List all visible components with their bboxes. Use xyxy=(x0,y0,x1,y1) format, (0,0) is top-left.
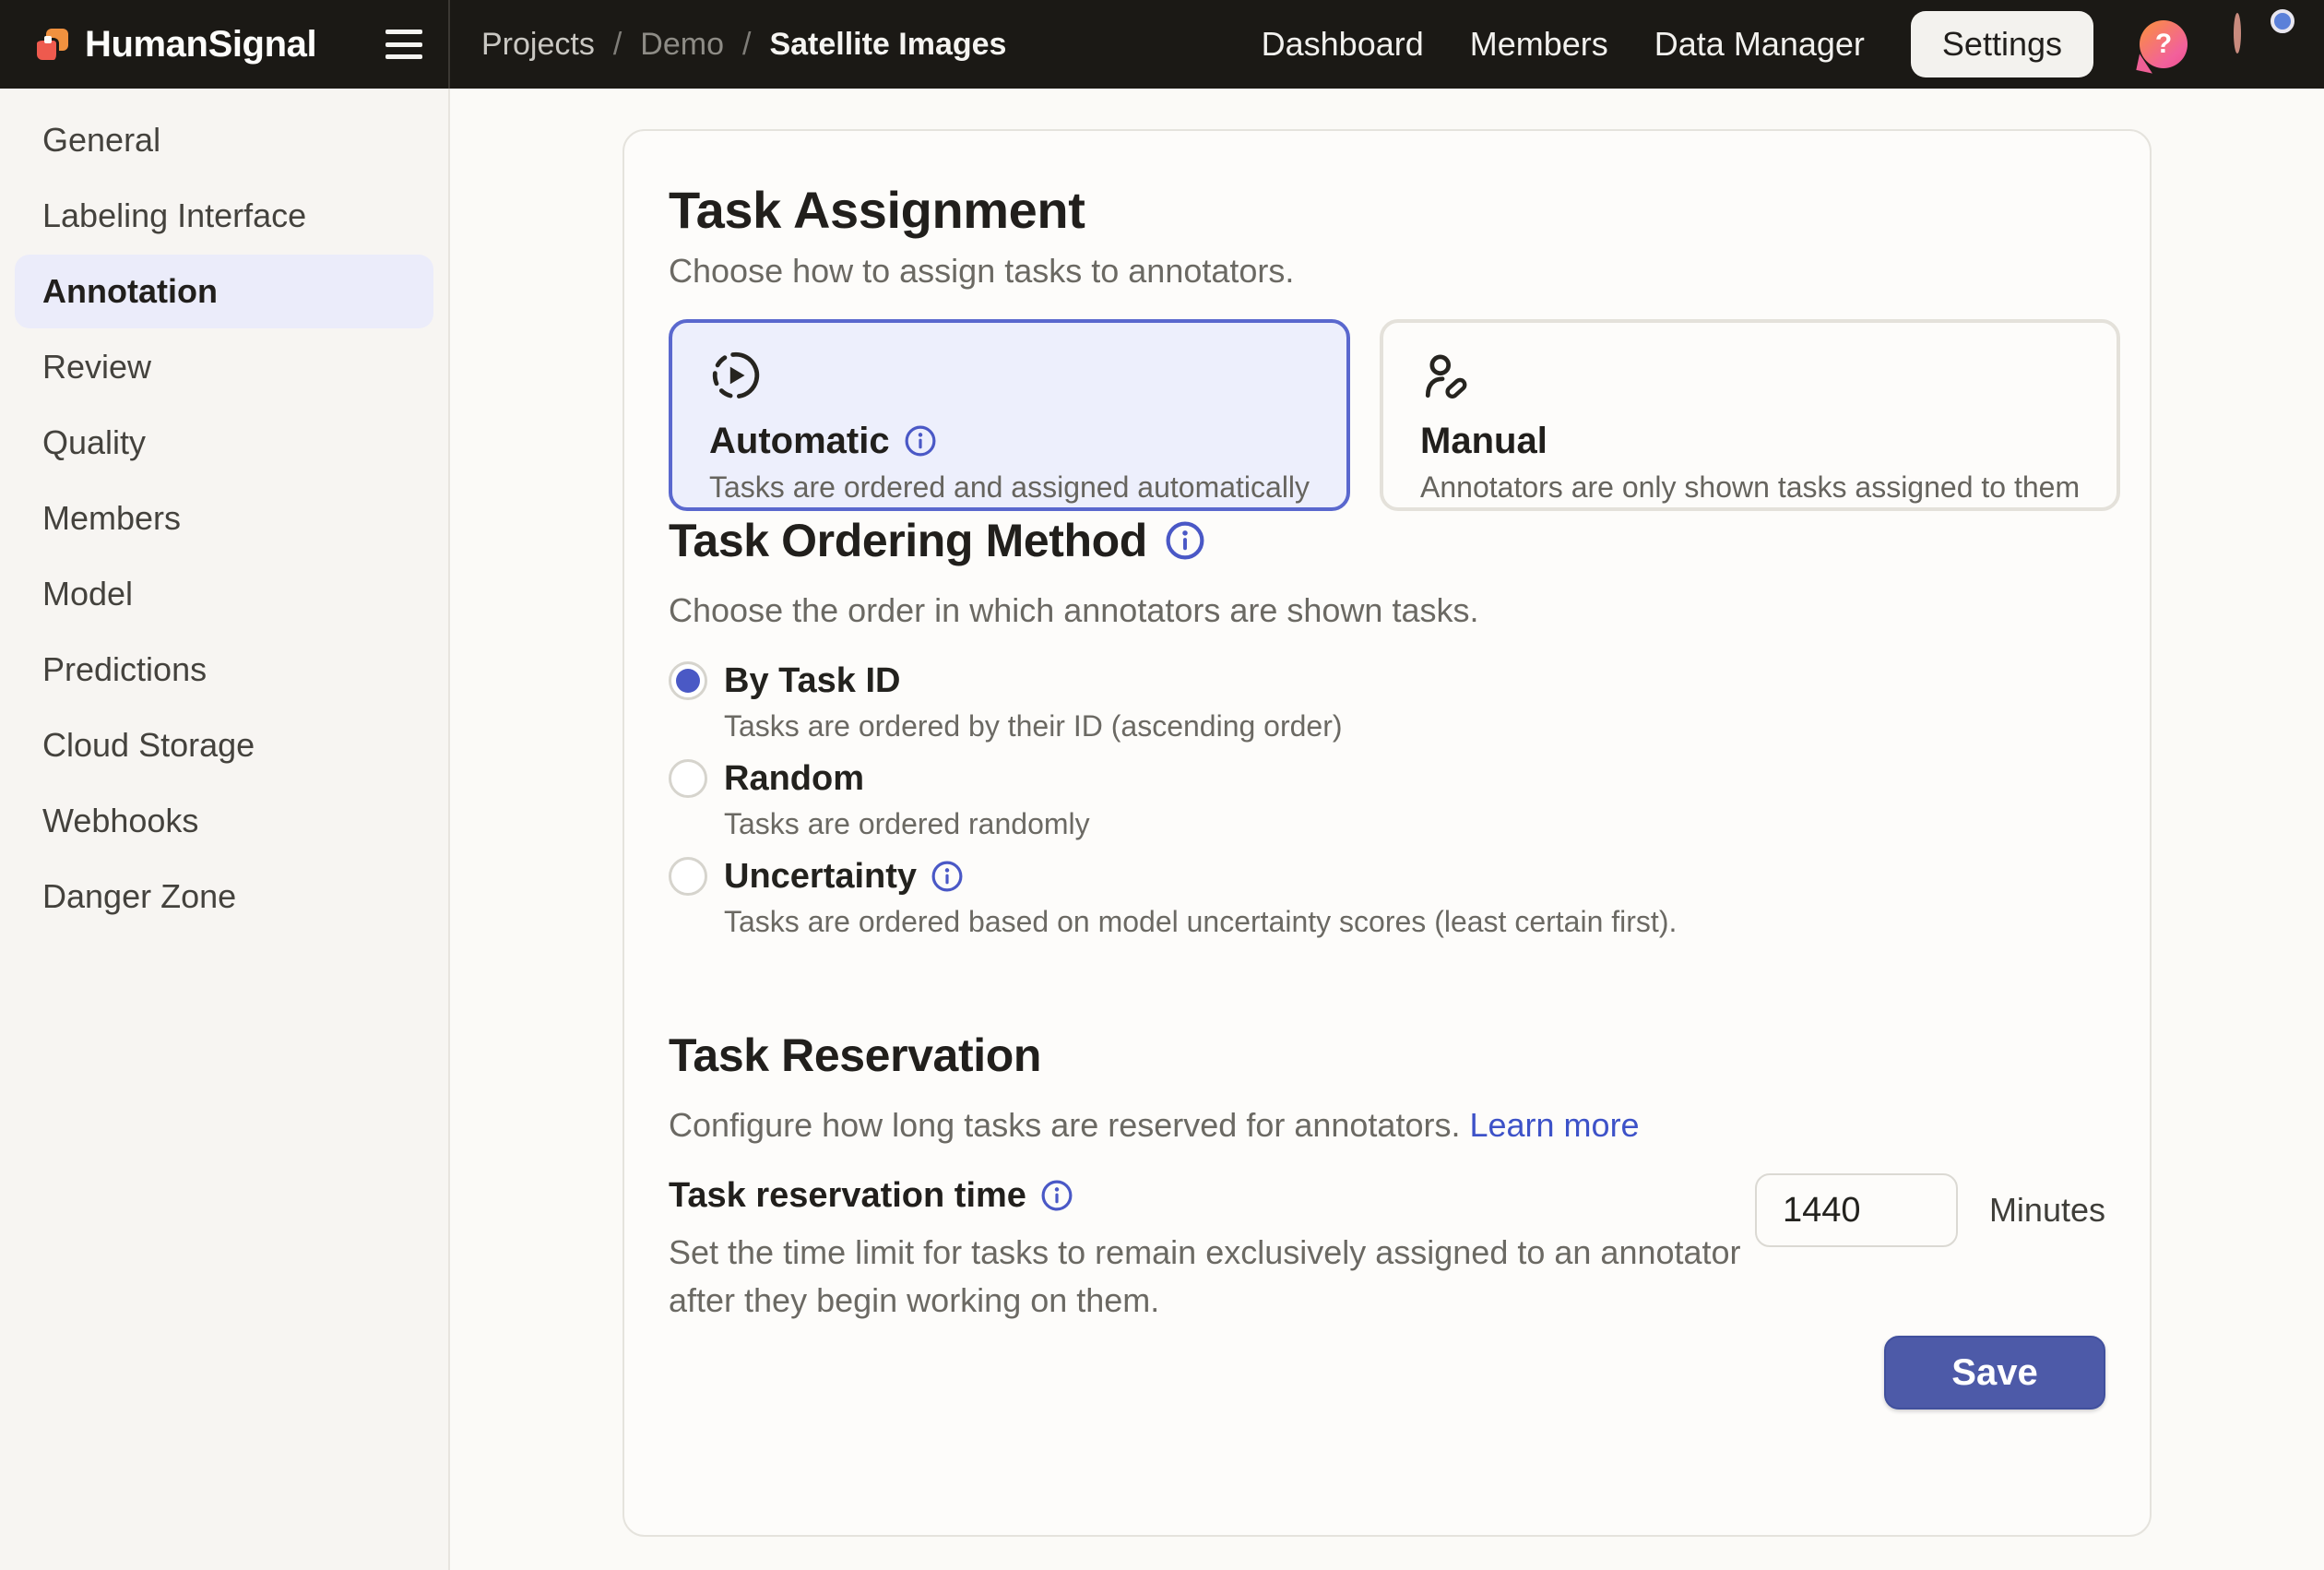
nav-settings-active[interactable]: Settings xyxy=(1911,11,2093,77)
sidebar-item-members[interactable]: Members xyxy=(15,482,433,555)
task-reservation-title: Task Reservation xyxy=(669,1026,2105,1085)
notification-dot-icon xyxy=(2271,9,2294,33)
user-avatar-wrap xyxy=(2234,17,2289,72)
nav-data-manager[interactable]: Data Manager xyxy=(1654,25,1865,64)
ordering-option-by-task-id: By Task ID Tasks are ordered by their ID… xyxy=(669,659,2105,745)
learn-more-link[interactable]: Learn more xyxy=(1469,1106,1639,1144)
sidebar-item-cloud-storage[interactable]: Cloud Storage xyxy=(15,708,433,782)
reservation-time-input[interactable] xyxy=(1755,1173,1958,1247)
reservation-time-text: Task reservation time Set the time limit… xyxy=(669,1173,1755,1325)
task-reservation-description: Configure how long tasks are reserved fo… xyxy=(669,1103,2105,1148)
reservation-time-help: Set the time limit for tasks to remain e… xyxy=(669,1229,1755,1325)
nav-members[interactable]: Members xyxy=(1470,25,1608,64)
top-bar: HumanSignal Projects / Demo / Satellite … xyxy=(0,0,2324,89)
save-button[interactable]: Save xyxy=(1884,1336,2105,1409)
uncertainty-label[interactable]: Uncertainty xyxy=(724,854,963,898)
task-assignment-description: Choose how to assign tasks to annotators… xyxy=(669,249,2105,293)
sidebar-item-model[interactable]: Model xyxy=(15,557,433,631)
user-avatar[interactable] xyxy=(2234,13,2241,54)
reservation-time-label: Task reservation time xyxy=(669,1173,1755,1218)
assignment-option-automatic[interactable]: Automatic Tasks are ordered and assigned… xyxy=(669,319,1350,511)
breadcrumb-workspace[interactable]: Demo xyxy=(640,27,724,63)
radio-by-task-id[interactable] xyxy=(669,661,707,700)
hamburger-menu-icon[interactable] xyxy=(385,30,422,59)
brand-name[interactable]: HumanSignal xyxy=(85,24,316,65)
by-task-id-description: Tasks are ordered by their ID (ascending… xyxy=(724,707,2105,745)
settings-sidebar: General Labeling Interface Annotation Re… xyxy=(0,89,450,1570)
info-circle-icon[interactable] xyxy=(931,861,963,892)
info-circle-icon[interactable] xyxy=(1166,521,1204,560)
task-ordering-title: Task Ordering Method xyxy=(669,511,2105,570)
sidebar-item-quality[interactable]: Quality xyxy=(15,406,433,480)
breadcrumb-separator: / xyxy=(613,27,622,63)
breadcrumb: Projects / Demo / Satellite Images xyxy=(450,27,1006,63)
sidebar-item-annotation[interactable]: Annotation xyxy=(15,255,433,328)
user-edit-icon xyxy=(1420,349,2080,404)
ordering-option-random: Random Tasks are ordered randomly xyxy=(669,756,2105,843)
sidebar-item-general[interactable]: General xyxy=(15,103,433,177)
manual-option-description: Annotators are only shown tasks assigned… xyxy=(1420,470,2080,505)
ordering-option-uncertainty: Uncertainty Tasks are ordered based on m… xyxy=(669,854,2105,941)
sidebar-item-review[interactable]: Review xyxy=(15,330,433,404)
automatic-option-title: Automatic xyxy=(709,419,1310,463)
logo-notch xyxy=(44,36,52,43)
manual-option-title: Manual xyxy=(1420,419,2080,463)
random-description: Tasks are ordered randomly xyxy=(724,804,2105,843)
uncertainty-description: Tasks are ordered based on model uncerta… xyxy=(724,902,2105,941)
automatic-option-description: Tasks are ordered and assigned automatic… xyxy=(709,470,1310,505)
assignment-option-manual[interactable]: Manual Annotators are only shown tasks a… xyxy=(1380,319,2120,511)
top-navigation: Dashboard Members Data Manager Settings … xyxy=(1262,11,2324,77)
app-root: HumanSignal Projects / Demo / Satellite … xyxy=(0,0,2324,1570)
sidebar-item-danger-zone[interactable]: Danger Zone xyxy=(15,860,433,934)
save-row: Save xyxy=(669,1336,2105,1409)
page-layout: General Labeling Interface Annotation Re… xyxy=(0,89,2324,1570)
sidebar-item-predictions[interactable]: Predictions xyxy=(15,633,433,707)
ordering-radio-group: By Task ID Tasks are ordered by their ID… xyxy=(669,659,2105,941)
reservation-time-input-group: Minutes xyxy=(1755,1173,2105,1247)
main-content: Task Assignment Choose how to assign tas… xyxy=(450,89,2324,1570)
assignment-options: Automatic Tasks are ordered and assigned… xyxy=(669,319,2105,511)
breadcrumb-projects[interactable]: Projects xyxy=(481,27,595,63)
humansignal-logo-icon[interactable] xyxy=(37,29,68,60)
radio-random[interactable] xyxy=(669,759,707,798)
brand-area: HumanSignal xyxy=(0,0,450,89)
info-circle-icon[interactable] xyxy=(905,425,936,457)
sidebar-item-webhooks[interactable]: Webhooks xyxy=(15,784,433,858)
breadcrumb-current-project: Satellite Images xyxy=(769,27,1006,63)
nav-dashboard[interactable]: Dashboard xyxy=(1262,25,1424,64)
by-task-id-label[interactable]: By Task ID xyxy=(724,659,900,703)
help-bubble-icon[interactable]: ? xyxy=(2140,20,2188,68)
random-label[interactable]: Random xyxy=(724,756,864,801)
task-assignment-title: Task Assignment xyxy=(669,179,2105,242)
autoplay-circle-icon xyxy=(709,349,1310,404)
task-ordering-description: Choose the order in which annotators are… xyxy=(669,589,2105,633)
reservation-time-row: Task reservation time Set the time limit… xyxy=(669,1173,2105,1325)
breadcrumb-separator: / xyxy=(742,27,751,63)
radio-uncertainty[interactable] xyxy=(669,857,707,896)
sidebar-item-labeling-interface[interactable]: Labeling Interface xyxy=(15,179,433,253)
info-circle-icon[interactable] xyxy=(1041,1180,1073,1211)
annotation-settings-card: Task Assignment Choose how to assign tas… xyxy=(622,129,2152,1537)
reservation-time-unit: Minutes xyxy=(1989,1191,2105,1230)
